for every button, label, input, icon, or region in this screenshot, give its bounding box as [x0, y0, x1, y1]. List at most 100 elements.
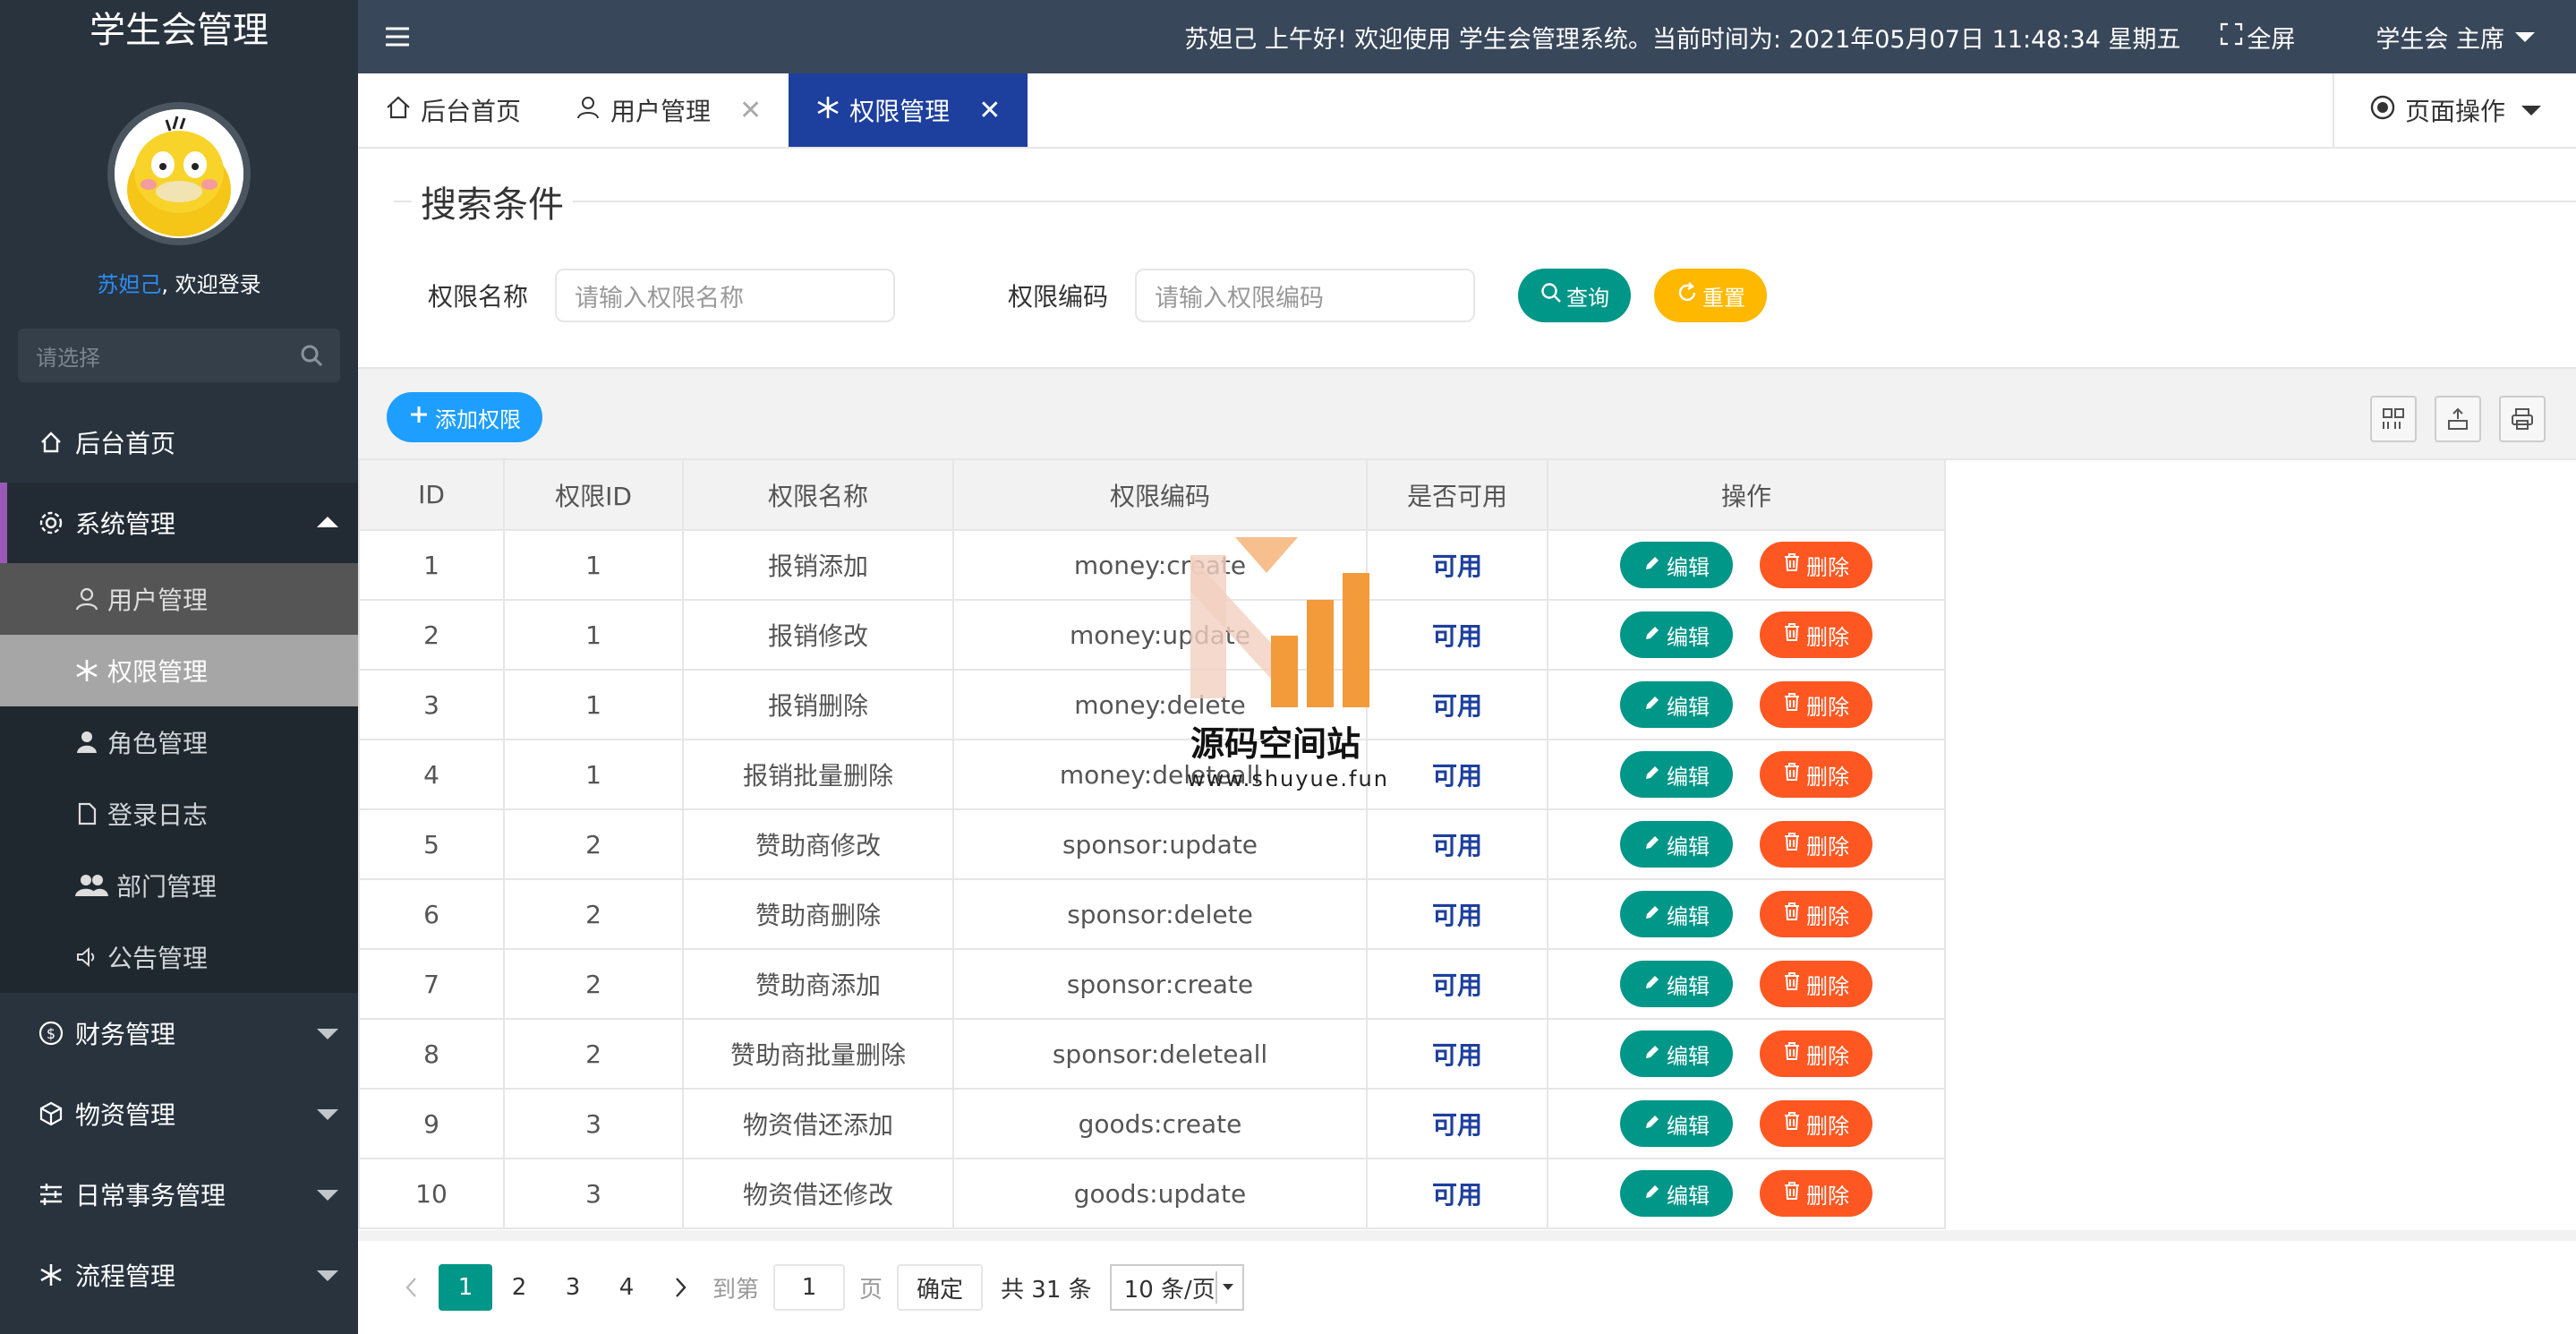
menu-toggle-icon[interactable] [371, 0, 424, 73]
cell-id: 3 [358, 669, 505, 740]
add-permission-button[interactable]: 添加权限 [387, 392, 542, 442]
delete-button[interactable]: 删除 [1760, 681, 1872, 728]
edit-button[interactable]: 编辑 [1620, 961, 1733, 1007]
sidebar-item-login-log[interactable]: 登录日志 [0, 778, 358, 850]
cell-actions: 编辑 删除 [1547, 1018, 1946, 1090]
cell-permission-id: 2 [503, 1018, 684, 1090]
next-page-icon[interactable] [653, 1264, 707, 1311]
column-header-available[interactable]: 是否可用 [1366, 460, 1548, 531]
sidebar-item-materials[interactable]: 物资管理 [0, 1073, 358, 1154]
cell-permission-name: 报销添加 [682, 529, 954, 601]
edit-button[interactable]: 编辑 [1620, 1100, 1733, 1147]
table-row[interactable]: 8 2 赞助商批量删除 sponsor:deleteall 可用 编辑 删除 [358, 1018, 1946, 1090]
cell-permission-id: 2 [503, 878, 684, 950]
search-icon[interactable] [299, 343, 324, 372]
page-size-select[interactable]: 10 条/页 [1109, 1264, 1244, 1311]
sidebar-item-workflow[interactable]: 流程管理 [0, 1235, 358, 1315]
edit-button[interactable]: 编辑 [1620, 891, 1733, 937]
delete-button[interactable]: 删除 [1760, 961, 1872, 1007]
sidebar-item-users[interactable]: 用户管理 [0, 563, 358, 635]
column-header-permission-code[interactable]: 权限编码 [952, 460, 1368, 531]
page-button-1[interactable]: 1 [439, 1264, 492, 1311]
table-row[interactable]: 9 3 物资借还添加 goods:create 可用 编辑 删除 [358, 1088, 1946, 1159]
tab-label: 用户管理 [610, 97, 712, 126]
edit-button[interactable]: 编辑 [1620, 611, 1733, 658]
table-row[interactable]: 6 2 赞助商删除 sponsor:delete 可用 编辑 删除 [358, 878, 1946, 950]
table-row[interactable]: 1 1 报销添加 money:create 可用 编辑 删除 [358, 529, 1946, 601]
close-icon[interactable]: ✕ [978, 95, 1001, 126]
edit-button[interactable]: 编辑 [1620, 542, 1733, 588]
table-row[interactable]: 2 1 报销修改 money:update 可用 编辑 删除 [358, 599, 1946, 671]
table-row[interactable]: 7 2 赞助商添加 sponsor:create 可用 编辑 删除 [358, 948, 1946, 1020]
tab-permissions[interactable]: 权限管理 ✕ [789, 73, 1028, 147]
page-button-2[interactable]: 2 [492, 1264, 546, 1311]
goto-confirm-button[interactable]: 确定 [897, 1264, 984, 1311]
permission-name-input[interactable]: 请输入权限名称 [555, 269, 895, 322]
column-header-id[interactable]: ID [358, 460, 505, 531]
column-header-permission-name[interactable]: 权限名称 [682, 460, 954, 531]
sidebar-item-permissions[interactable]: 权限管理 [0, 635, 358, 706]
table-row[interactable]: 3 1 报销删除 money:delete 可用 编辑 删除 [358, 669, 1946, 740]
pencil-icon [1643, 902, 1661, 927]
delete-button[interactable]: 删除 [1760, 1030, 1872, 1077]
edit-label: 编辑 [1667, 764, 1710, 790]
sidebar-item-daily-affairs[interactable]: 日常事务管理 [0, 1154, 358, 1235]
welcome-username[interactable]: 苏妲己 [97, 272, 161, 297]
pencil-icon [1643, 971, 1661, 996]
delete-button[interactable]: 删除 [1760, 751, 1872, 798]
sidebar-item-finance[interactable]: $ 财务管理 [0, 993, 358, 1073]
sidebar-item-departments[interactable]: 部门管理 [0, 850, 358, 921]
sidebar-item-notices[interactable]: 公告管理 [0, 921, 358, 993]
header-greeting: 苏妲己 上午好! 欢迎使用 学生会管理系统。当前时间为: 2021年05月07日… [1184, 25, 2181, 54]
delete-button[interactable]: 删除 [1760, 891, 1872, 937]
sidebar-item-roles[interactable]: 角色管理 [0, 706, 358, 778]
table-header-row: ID 权限ID 权限名称 权限编码 是否可用 操作 [358, 460, 1946, 531]
tab-home[interactable]: 后台首页 [358, 73, 548, 147]
columns-filter-icon[interactable] [2370, 396, 2417, 442]
cell-id: 5 [358, 808, 505, 880]
delete-button[interactable]: 删除 [1760, 542, 1872, 588]
page-button-4[interactable]: 4 [600, 1264, 653, 1311]
status-badge: 可用 [1431, 971, 1482, 1000]
avatar[interactable] [107, 102, 251, 245]
tab-users[interactable]: 用户管理 ✕ [548, 73, 789, 147]
page-button-3[interactable]: 3 [546, 1264, 600, 1311]
table-row[interactable]: 10 3 物资借还修改 goods:update 可用 编辑 删除 [358, 1158, 1946, 1229]
table-row[interactable]: 4 1 报销批量删除 money:deleteall 可用 编辑 删除 [358, 739, 1946, 810]
delete-button[interactable]: 删除 [1760, 611, 1872, 658]
trash-icon [1783, 1181, 1801, 1206]
edit-button[interactable]: 编辑 [1620, 821, 1733, 868]
cell-permission-id: 2 [503, 948, 684, 1020]
sidebar-item-system[interactable]: 系统管理 [0, 483, 358, 563]
edit-button[interactable]: 编辑 [1620, 1170, 1733, 1217]
delete-button[interactable]: 删除 [1760, 1170, 1872, 1217]
sidebar-search-input[interactable]: 请选择 [18, 329, 340, 382]
user-menu[interactable]: 学生会 主席 [2376, 20, 2535, 55]
column-header-permission-id[interactable]: 权限ID [503, 460, 684, 531]
permission-code-input[interactable]: 请输入权限编码 [1135, 269, 1475, 322]
close-icon[interactable]: ✕ [739, 95, 762, 126]
export-icon[interactable] [2435, 396, 2481, 442]
page-operations-dropdown[interactable]: 页面操作 [2333, 73, 2576, 147]
table-row[interactable]: 5 2 赞助商修改 sponsor:update 可用 编辑 删除 [358, 808, 1946, 880]
goto-page-input[interactable]: 1 [773, 1264, 846, 1311]
edit-button[interactable]: 编辑 [1620, 681, 1733, 728]
cell-permission-name: 赞助商修改 [682, 808, 954, 880]
permission-code-label: 权限编码 [1008, 282, 1109, 312]
cell-id: 9 [358, 1088, 505, 1159]
fullscreen-button[interactable]: 全屏 [2220, 20, 2295, 55]
prev-page-icon[interactable] [385, 1264, 439, 1311]
query-button[interactable]: 查询 [1518, 269, 1631, 322]
print-icon[interactable] [2499, 396, 2546, 442]
delete-button[interactable]: 删除 [1760, 821, 1872, 868]
status-badge: 可用 [1431, 691, 1482, 721]
table-area: 添加权限 ID 权限ID 权限名称 权限编码 是否可用 操作 1 1 报销添加 … [358, 367, 2576, 1334]
delete-button[interactable]: 删除 [1760, 1100, 1872, 1147]
sidebar-item-home[interactable]: 后台首页 [0, 402, 358, 483]
cell-available: 可用 [1366, 739, 1548, 810]
edit-button[interactable]: 编辑 [1620, 751, 1733, 798]
cell-permission-id: 1 [503, 599, 684, 671]
sidebar-item-label: 角色管理 [107, 729, 209, 758]
edit-button[interactable]: 编辑 [1620, 1030, 1733, 1077]
reset-button[interactable]: 重置 [1654, 269, 1767, 322]
